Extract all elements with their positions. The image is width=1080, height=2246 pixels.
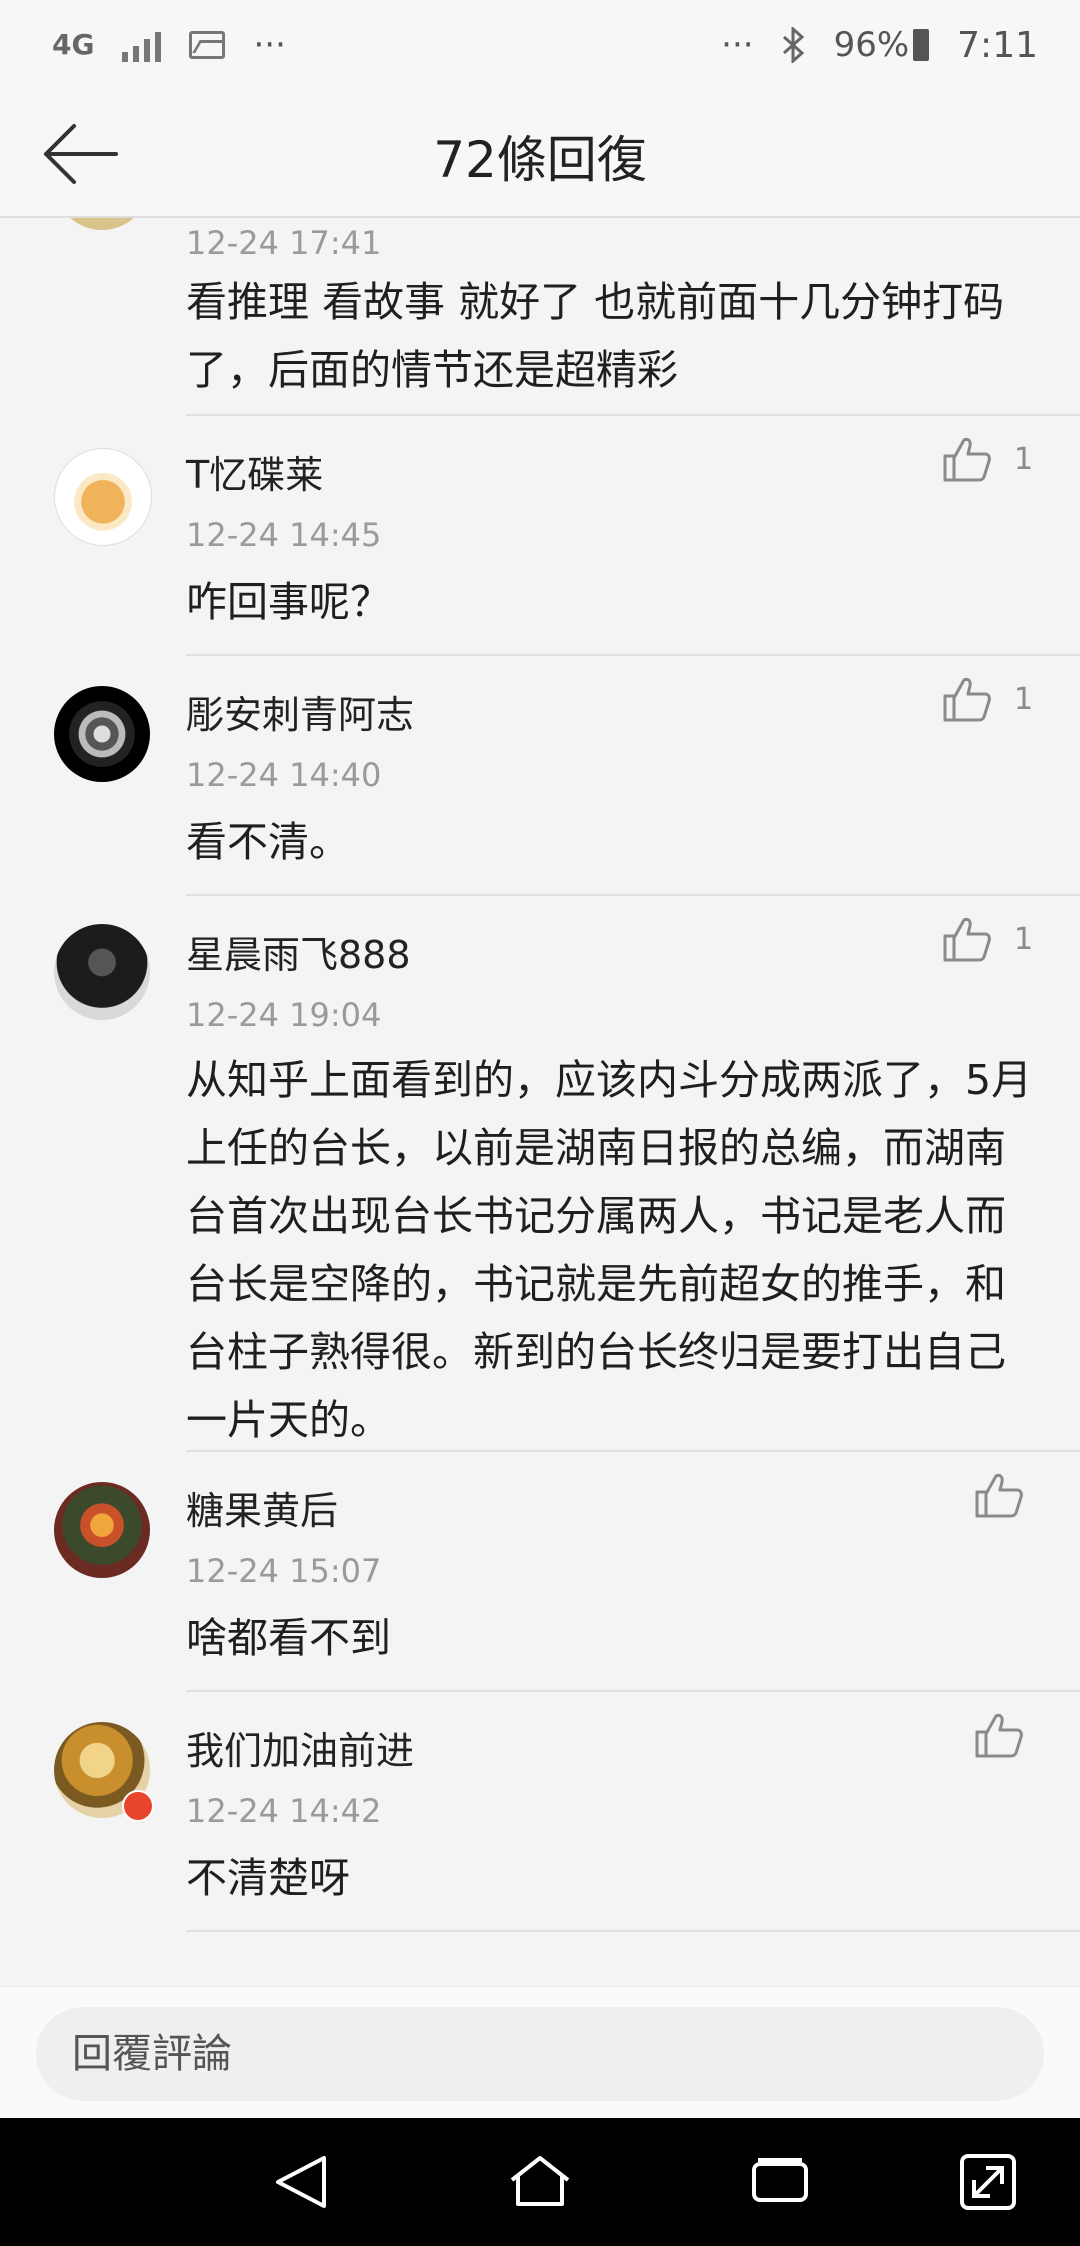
comment-author[interactable]: 彫安刺青阿志 [186, 684, 414, 739]
avatar[interactable] [54, 1482, 150, 1578]
reply-bar: 回覆評論 [0, 1986, 1080, 2118]
home-nav-icon[interactable] [508, 2150, 572, 2214]
like-button[interactable] [974, 1472, 1024, 1518]
like-count: 1 [1014, 681, 1034, 717]
like-button[interactable] [974, 1712, 1024, 1758]
comment-text: 啥都看不到 [186, 1614, 391, 1662]
avatar[interactable] [54, 448, 152, 546]
recents-nav-icon[interactable] [748, 2150, 812, 2214]
like-count: 1 [1014, 921, 1034, 957]
avatar[interactable] [54, 924, 150, 1020]
bluetooth-icon [782, 27, 804, 63]
status-bar: 4G ··· ··· 96% 7:11 [0, 0, 1080, 90]
comment-text: 看不清。 [186, 818, 350, 866]
divider [186, 1930, 1080, 1932]
divider [186, 1690, 1080, 1692]
divider [186, 894, 1080, 896]
like-button[interactable]: 1 [942, 916, 1033, 962]
comment-list[interactable]: 12-24 17:41 看推理 看故事 就好了 也就前面十几分钟打码了，后面的情… [0, 218, 1080, 1986]
image-icon [189, 31, 226, 59]
battery-icon: 96% [834, 25, 930, 65]
divider [186, 1450, 1080, 1452]
signal-icon [122, 28, 162, 62]
thumbs-up-icon [975, 1713, 1023, 1758]
reply-input[interactable]: 回覆評論 [36, 2007, 1044, 2101]
avatar[interactable] [54, 686, 150, 782]
back-nav-icon[interactable] [270, 2150, 334, 2214]
divider [186, 654, 1080, 656]
like-button[interactable]: 1 [942, 676, 1033, 722]
comment-text: 不清楚呀 [186, 1854, 350, 1902]
thumbs-up-icon [975, 1473, 1023, 1518]
more-status-icon: ··· [721, 25, 754, 65]
verified-badge-icon [122, 1790, 154, 1822]
battery-level: 96% [833, 25, 910, 65]
more-notifications-icon: ··· [253, 25, 286, 65]
avatar[interactable] [54, 218, 150, 230]
thumbs-up-icon [943, 437, 991, 482]
comment-author[interactable]: T忆碟莱 [186, 444, 323, 499]
network-indicator: 4G [52, 28, 95, 61]
comment-author[interactable]: 糖果黄后 [186, 1480, 338, 1535]
comment-date: 12-24 19:04 [186, 996, 382, 1034]
comment-date: 12-24 15:07 [186, 1552, 382, 1590]
comment-date: 12-24 14:40 [186, 756, 382, 794]
divider [186, 414, 1080, 416]
expand-nav-icon[interactable] [956, 2150, 1020, 2214]
header: 72條回復 [0, 90, 1080, 218]
comment-text: 从知乎上面看到的，应该内斗分成两派了，5月上任的台长，以前是湖南日报的总编，而湖… [186, 1056, 1033, 1444]
comment-date: 12-24 14:45 [186, 516, 382, 554]
page-title: 72條回復 [433, 131, 647, 189]
system-nav-bar [0, 2118, 1080, 2246]
comment-author[interactable]: 我们加油前进 [186, 1720, 414, 1775]
comment-date: 12-24 17:41 [186, 224, 382, 262]
clock: 7:11 [957, 24, 1038, 66]
comment-text: 咋回事呢？ [186, 578, 391, 626]
comment-date: 12-24 14:42 [186, 1792, 382, 1830]
thumbs-up-icon [943, 677, 991, 722]
comment-author[interactable]: 星晨雨飞888 [186, 924, 411, 979]
like-button[interactable]: 1 [942, 436, 1033, 482]
like-count: 1 [1014, 441, 1034, 477]
thumbs-up-icon [943, 917, 991, 962]
comment-text: 看推理 看故事 就好了 也就前面十几分钟打码了，后面的情节还是超精彩 [186, 278, 1005, 394]
